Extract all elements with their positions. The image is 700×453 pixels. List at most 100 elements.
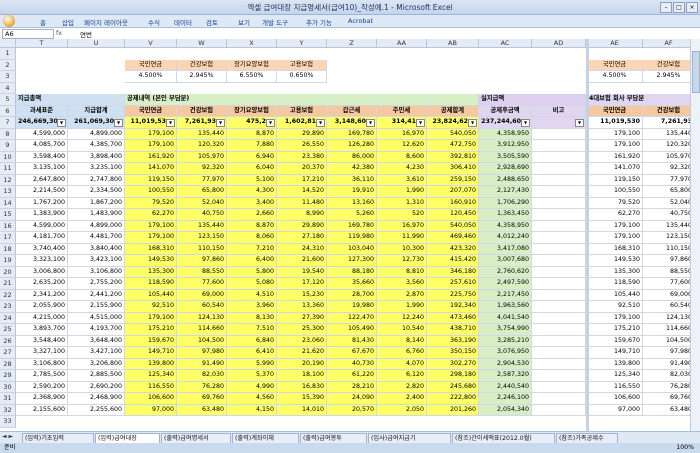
table-cell[interactable]: 2,885,500 [68, 370, 125, 382]
table-cell[interactable]: 92,510 [587, 301, 643, 313]
table-cell[interactable]: 5,260 [327, 209, 377, 221]
table-cell[interactable]: 69,760 [643, 393, 695, 405]
table-cell[interactable]: 88,180 [327, 266, 377, 278]
table-cell[interactable]: 69,000 [177, 289, 227, 301]
table-cell[interactable]: 124,130 [177, 312, 227, 324]
table-cell[interactable]: 3,960 [227, 301, 277, 313]
table-cell[interactable]: 2,785,500 [16, 370, 68, 382]
table-cell[interactable]: 12,620 [377, 140, 427, 152]
table-cell[interactable]: 4,899,000 [68, 128, 125, 140]
table-cell[interactable]: 1,963,560 [479, 301, 532, 313]
table-cell[interactable]: 179,100 [125, 220, 177, 232]
filter-dropdown-icon[interactable]: ▼ [316, 119, 325, 127]
table-cell[interactable]: 92,320 [643, 163, 695, 175]
table-cell[interactable] [532, 312, 586, 324]
table-cell[interactable]: 415,420 [427, 255, 479, 267]
column-header[interactable]: W [177, 39, 227, 48]
table-cell[interactable]: 79,520 [587, 197, 643, 209]
table-cell[interactable]: 60,540 [177, 301, 227, 313]
table-cell[interactable] [532, 232, 586, 244]
table-cell[interactable]: 8,600 [377, 151, 427, 163]
table-cell[interactable]: 91,490 [643, 358, 695, 370]
table-cell[interactable]: 350,150 [427, 347, 479, 359]
table-cell[interactable]: 104,500 [177, 335, 227, 347]
table-cell[interactable]: 4,358,950 [479, 220, 532, 232]
table-cell[interactable]: 2,635,200 [16, 278, 68, 290]
table-cell[interactable]: 3,327,100 [16, 347, 68, 359]
table-cell[interactable]: 2,217,450 [479, 289, 532, 301]
select-all-corner[interactable] [0, 39, 16, 48]
table-cell[interactable]: 179,100 [587, 220, 643, 232]
table-cell[interactable]: 12,730 [377, 255, 427, 267]
table-cell[interactable]: 27,390 [277, 312, 327, 324]
table-cell[interactable]: 4,990 [227, 381, 277, 393]
formula-input[interactable]: 연번 [80, 29, 92, 39]
table-cell[interactable]: 149,710 [587, 347, 643, 359]
table-cell[interactable]: 3,106,800 [68, 266, 125, 278]
table-cell[interactable]: 8,990 [277, 209, 327, 221]
table-cell[interactable]: 207,070 [427, 186, 479, 198]
table-cell[interactable]: 2,055,900 [16, 301, 68, 313]
table-cell[interactable]: 88,550 [177, 266, 227, 278]
table-cell[interactable]: 139,800 [587, 358, 643, 370]
table-cell[interactable]: 192,340 [427, 301, 479, 313]
table-cell[interactable]: 4,560 [227, 393, 277, 405]
table-cell[interactable]: 17,120 [277, 278, 327, 290]
table-cell[interactable]: 3,285,210 [479, 335, 532, 347]
table-cell[interactable] [532, 381, 586, 393]
table-cell[interactable]: 104,500 [643, 335, 695, 347]
table-cell[interactable]: 2,587,320 [479, 370, 532, 382]
table-cell[interactable]: 540,050 [427, 128, 479, 140]
table-cell[interactable]: 77,600 [177, 278, 227, 290]
table-cell[interactable]: 2,246,100 [479, 393, 532, 405]
table-cell[interactable]: 6,760 [377, 347, 427, 359]
table-cell[interactable]: 1,363,450 [479, 209, 532, 221]
table-cell[interactable]: 4,599,000 [16, 220, 68, 232]
row-header[interactable]: 6 [0, 105, 16, 117]
table-cell[interactable] [532, 151, 586, 163]
table-cell[interactable]: 100,550 [587, 186, 643, 198]
ribbon-tab[interactable]: 추가 기능 [306, 17, 332, 27]
row-header[interactable]: 13 [0, 186, 16, 198]
table-cell[interactable]: 5,370 [227, 370, 277, 382]
table-cell[interactable]: 5,080 [227, 278, 277, 290]
table-cell[interactable]: 141,070 [125, 163, 177, 175]
column-header[interactable]: Y [277, 39, 327, 48]
table-cell[interactable]: 8,140 [377, 335, 427, 347]
table-cell[interactable]: 2,820 [377, 381, 427, 393]
table-cell[interactable]: 20,190 [277, 358, 327, 370]
table-cell[interactable]: 3,323,100 [16, 255, 68, 267]
table-cell[interactable]: 76,280 [177, 381, 227, 393]
table-cell[interactable]: 3,648,400 [68, 335, 125, 347]
table-cell[interactable]: 4,193,700 [68, 324, 125, 336]
table-cell[interactable]: 259,150 [427, 174, 479, 186]
table-cell[interactable]: 116,550 [587, 381, 643, 393]
table-cell[interactable]: 5,100 [227, 174, 277, 186]
row-header[interactable]: 9 [0, 140, 16, 152]
table-cell[interactable]: 2,928,690 [479, 163, 532, 175]
column-header[interactable]: AD [532, 39, 586, 48]
column-header[interactable]: Z [327, 39, 377, 48]
table-cell[interactable]: 298,180 [427, 370, 479, 382]
total-cell[interactable]: 11,019,530 [587, 117, 643, 129]
table-cell[interactable]: 3,840,400 [68, 243, 125, 255]
table-cell[interactable]: 179,100 [125, 140, 177, 152]
row-header[interactable]: 15 [0, 209, 16, 221]
table-cell[interactable]: 2,400 [377, 393, 427, 405]
table-cell[interactable] [532, 220, 586, 232]
row-header[interactable]: 12 [0, 174, 16, 186]
row-header[interactable]: 11 [0, 163, 16, 175]
table-cell[interactable]: 3,423,100 [68, 255, 125, 267]
table-cell[interactable]: 179,100 [587, 140, 643, 152]
row-header[interactable]: 16 [0, 220, 16, 232]
ribbon-tab[interactable]: Acrobat [348, 17, 373, 25]
filter-dropdown-icon[interactable]: ▼ [266, 119, 275, 127]
table-cell[interactable]: 120,320 [643, 140, 695, 152]
row-header[interactable]: 26 [0, 335, 16, 347]
table-cell[interactable]: 392,810 [427, 151, 479, 163]
table-cell[interactable]: 14,520 [277, 186, 327, 198]
table-cell[interactable]: 3,740,400 [16, 243, 68, 255]
table-cell[interactable]: 29,890 [277, 220, 327, 232]
row-header[interactable]: 25 [0, 324, 16, 336]
table-cell[interactable]: 2,647,800 [16, 174, 68, 186]
